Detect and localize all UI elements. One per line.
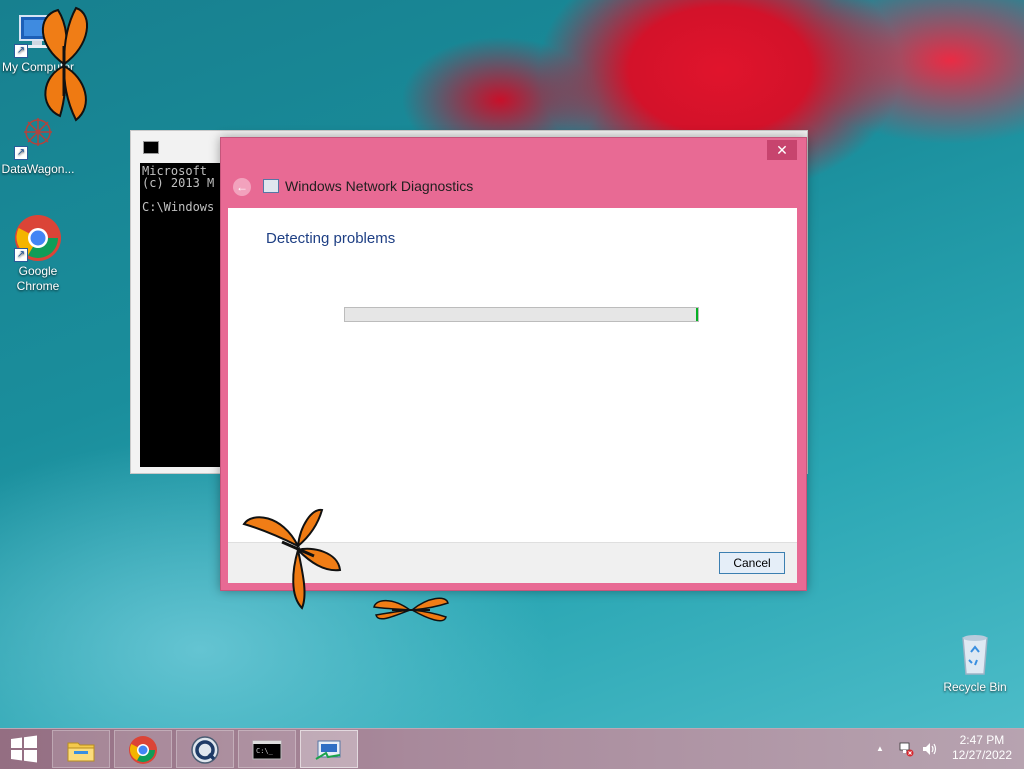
chrome-icon: ↗ <box>14 214 62 262</box>
desktop-background: ↗ My Computer ↗ DataWagon... ↗ Google Ch… <box>0 0 1024 728</box>
butterfly-icon <box>242 508 342 610</box>
taskbar-file-explorer[interactable] <box>52 730 110 768</box>
clock[interactable]: 2:47 PM 12/27/2022 <box>952 733 1012 763</box>
taskbar-command-prompt[interactable]: C:\_ <box>238 730 296 768</box>
cmd-app-icon <box>143 141 159 154</box>
status-heading: Detecting problems <box>266 230 396 247</box>
cmd-line: (c) 2013 M <box>142 176 215 190</box>
desktop-icon-label: Google Chrome <box>16 264 60 293</box>
chrome-icon <box>129 736 157 764</box>
shortcut-arrow-icon: ↗ <box>14 248 28 262</box>
clock-time: 2:47 PM <box>959 733 1005 747</box>
window-title: Windows Network Diagnostics <box>285 178 474 194</box>
desktop-icon-label: Recycle Bin <box>943 680 1007 694</box>
shortcut-arrow-icon: ↗ <box>14 44 28 58</box>
start-button[interactable] <box>0 729 48 769</box>
desktop-icon-google-chrome[interactable]: ↗ Google Chrome <box>0 214 76 294</box>
butterfly-icon <box>42 6 89 122</box>
diagnostics-content: Detecting problems <box>228 208 797 542</box>
svg-text:C:\_: C:\_ <box>256 747 274 755</box>
network-diagnostics-icon <box>315 740 341 760</box>
progress-bar-fill <box>695 308 698 321</box>
taskbar-quicktime[interactable] <box>176 730 234 768</box>
desktop-icon-label: DataWagon... <box>1 162 75 176</box>
quicktime-icon <box>191 736 219 764</box>
taskbar-network-diagnostics[interactable] <box>300 730 358 768</box>
show-hidden-icons-button[interactable]: ▲ <box>876 744 884 753</box>
clock-date: 12/27/2022 <box>951 748 1012 762</box>
desktop-icon-recycle-bin[interactable]: Recycle Bin <box>937 630 1013 695</box>
volume-icon[interactable] <box>921 741 939 757</box>
windows-logo-icon <box>11 735 37 763</box>
network-status-icon[interactable] <box>898 741 914 757</box>
cancel-button[interactable]: Cancel <box>719 552 785 574</box>
shortcut-arrow-icon: ↗ <box>14 146 28 160</box>
cmd-line: C:\Windows <box>142 200 215 214</box>
folder-icon <box>67 742 95 762</box>
command-prompt-icon: C:\_ <box>252 740 282 760</box>
taskbar-google-chrome[interactable] <box>114 730 172 768</box>
butterfly-icon <box>373 597 449 622</box>
network-diagnostics-icon <box>263 179 279 193</box>
cmd-console[interactable]: Microsoft (c) 2013 M C:\Windows <box>140 163 227 467</box>
taskbar: C:\_ ▲ 2:47 PM 12/27/2022 <box>0 728 1024 769</box>
progress-bar <box>344 307 699 322</box>
back-arrow-icon[interactable]: ← <box>233 178 251 196</box>
close-button[interactable]: ✕ <box>767 140 797 160</box>
recycle-bin-icon <box>951 630 999 678</box>
